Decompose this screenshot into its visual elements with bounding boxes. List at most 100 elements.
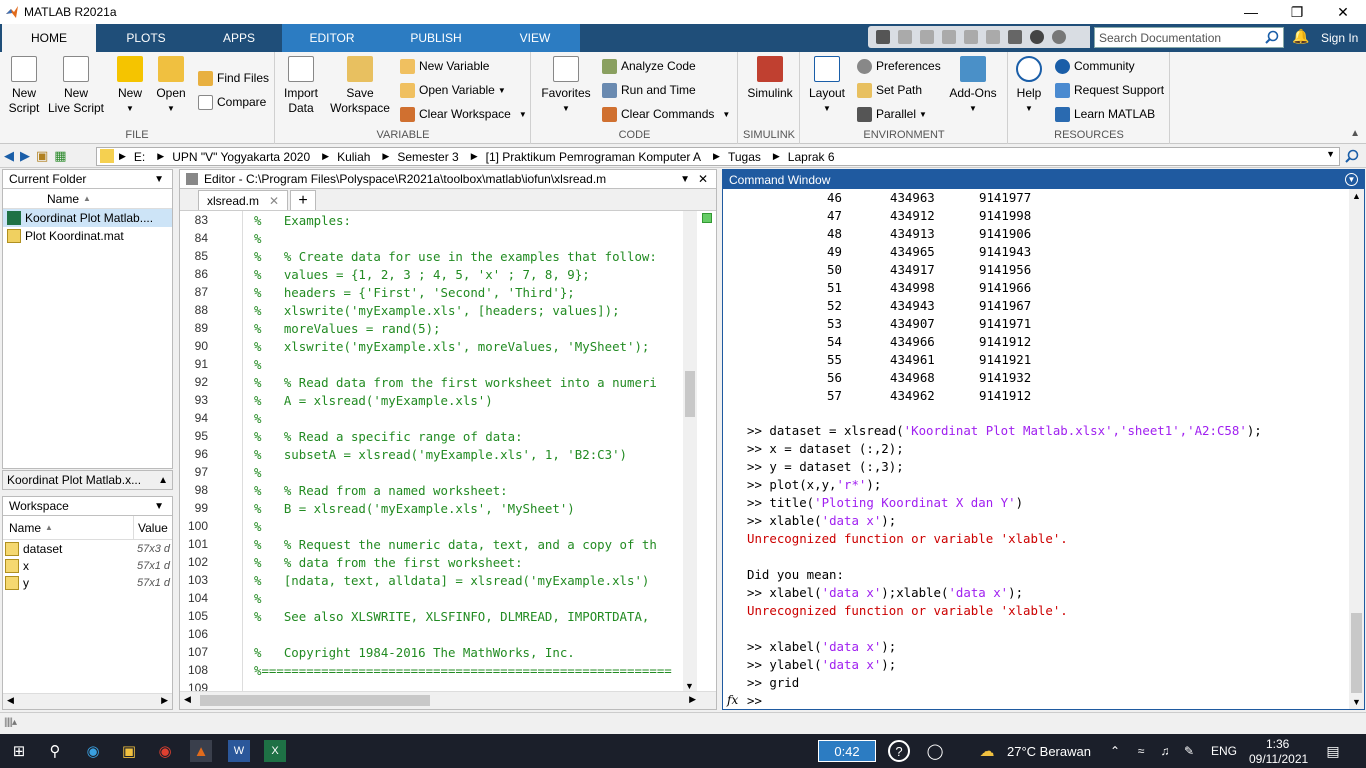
code-line[interactable]: 107 % Copyright 1984-2016 The MathWorks, … <box>180 643 700 661</box>
restore-icon[interactable]: ❐ <box>1274 0 1320 24</box>
code-line[interactable]: 85 % % Create data for use in the example… <box>180 247 700 265</box>
code-line[interactable]: 106 <box>180 625 700 643</box>
panel-menu-icon[interactable]: ▼ <box>154 174 164 185</box>
code-line[interactable]: 100% <box>180 517 700 535</box>
back-arrow-icon[interactable]: ◀ <box>4 148 14 164</box>
notifications-icon[interactable]: ▤ <box>1322 740 1344 762</box>
learn-matlab-button[interactable]: Learn MATLAB <box>1055 105 1155 123</box>
vertical-scrollbar[interactable]: ▼ <box>683 211 697 691</box>
chrome-icon[interactable]: ◉ <box>154 740 176 762</box>
code-line[interactable]: 93 % A = xlsread('myExample.xls') <box>180 391 700 409</box>
help-icon[interactable] <box>1030 30 1044 44</box>
up-folder-icon[interactable]: ▣ <box>36 148 48 164</box>
command-output[interactable]: 46 434963 9141977 47 434912 9141998 48 434913 91… <box>723 189 1348 709</box>
parallel-button[interactable]: Parallel ▼ <box>857 105 927 123</box>
code-line[interactable]: 90 % xlswrite('myExample.xls', moreValues… <box>180 337 700 355</box>
open-variable-button[interactable]: Open Variable ▼ <box>400 81 506 99</box>
search-icon[interactable]: ⚲ <box>44 740 66 762</box>
search-folder-icon[interactable] <box>1345 149 1359 163</box>
switch-windows-icon[interactable] <box>1008 30 1022 44</box>
tab-publish[interactable]: PUBLISH <box>382 24 490 52</box>
clock-time[interactable]: 1:36 <box>1266 737 1289 751</box>
code-line[interactable]: 86 % values = {1, 2, 3 ; 4, 5, 'x' ; 7, 8… <box>180 265 700 283</box>
simulink-button[interactable]: Simulink <box>744 56 796 101</box>
workspace-variable-row[interactable]: y 57x1 d <box>3 574 172 591</box>
set-path-button[interactable]: Set Path <box>857 81 922 99</box>
scroll-right-icon[interactable]: ▶ <box>161 695 168 706</box>
collapse-ribbon-icon[interactable]: ▲ <box>1350 128 1360 139</box>
code-analyzer-status-icon[interactable] <box>702 213 712 223</box>
file-row[interactable]: Plot Koordinat.mat <box>3 227 172 245</box>
command-suggestion[interactable]: >> xlabel('data x');xlable('data x'); <box>747 585 1023 603</box>
scroll-left-icon[interactable]: ◀ <box>7 695 14 706</box>
browse-folder-icon[interactable]: ▦ <box>54 148 66 164</box>
breadcrumb-item[interactable]: E: <box>134 150 145 164</box>
code-line[interactable]: 97% <box>180 463 700 481</box>
scrollbar-thumb[interactable] <box>685 371 695 417</box>
code-line[interactable]: 104% <box>180 589 700 607</box>
sign-in-link[interactable]: Sign In <box>1321 31 1358 45</box>
value-column-label[interactable]: Value <box>138 521 168 535</box>
people-icon[interactable]: ◯ <box>924 740 946 762</box>
editor-file-tab[interactable]: xlsread.m ✕ <box>198 190 289 210</box>
command-prompt[interactable]: >> <box>747 693 762 709</box>
name-column-label[interactable]: Name <box>3 521 41 535</box>
vertical-scrollbar[interactable]: ▲ ▼ <box>1349 189 1364 709</box>
weather-text[interactable]: 27°C Berawan <box>1007 744 1091 759</box>
paste-icon[interactable] <box>942 30 956 44</box>
scroll-left-icon[interactable]: ◀ <box>184 694 191 705</box>
panel-menu-icon[interactable]: ▼ <box>680 174 690 185</box>
bell-icon[interactable]: 🔔 <box>1292 28 1309 45</box>
favorites-button[interactable]: Favorites ▼ <box>540 56 592 116</box>
breadcrumb-item[interactable]: Laprak 6 <box>788 150 835 164</box>
scroll-down-icon[interactable]: ▼ <box>1352 697 1361 707</box>
help-icon[interactable]: ? <box>888 740 910 762</box>
scroll-down-icon[interactable]: ▼ <box>685 681 694 691</box>
customize-icon[interactable] <box>1052 30 1066 44</box>
new-script-button[interactable]: New Script <box>6 56 42 116</box>
chevron-up-icon[interactable]: ▲ <box>158 475 168 486</box>
code-line[interactable]: 102 % % data from the first worksheet: <box>180 553 700 571</box>
code-line[interactable]: 89 % moreValues = rand(5); <box>180 319 700 337</box>
community-button[interactable]: Community <box>1055 57 1135 75</box>
tab-home[interactable]: HOME <box>2 24 96 52</box>
clock-date[interactable]: 09/11/2021 <box>1249 752 1308 766</box>
name-column-header[interactable]: Name ▲ <box>3 189 172 209</box>
workspace-variable-row[interactable]: x 57x1 d <box>3 557 172 574</box>
chevron-down-icon[interactable]: ▼ <box>1326 149 1335 159</box>
code-line[interactable]: 99 % B = xlsread('myExample.xls', 'MyShee… <box>180 499 700 517</box>
panel-menu-icon[interactable]: ▼ <box>154 501 164 512</box>
file-row[interactable]: Koordinat Plot Matlab.... <box>3 209 172 227</box>
close-tab-icon[interactable]: ✕ <box>269 194 279 208</box>
code-line[interactable]: 105 % See also XLSWRITE, XLSFINFO, DLMREA… <box>180 607 700 625</box>
code-line[interactable]: 87 % headers = {'First', 'Second', 'Third… <box>180 283 700 301</box>
minimize-icon[interactable]: — <box>1228 0 1274 24</box>
close-icon[interactable]: ✕ <box>1320 0 1366 24</box>
language-indicator[interactable]: ENG <box>1211 744 1237 758</box>
function-browser-icon[interactable]: fx <box>727 693 738 707</box>
volume-icon[interactable]: ♫ <box>1154 740 1176 762</box>
breadcrumb-item[interactable]: [1] Praktikum Pemrograman Komputer A <box>486 150 701 164</box>
scrollbar-thumb[interactable] <box>1351 613 1362 693</box>
code-line[interactable]: 83 % Examples: <box>180 211 700 229</box>
code-line[interactable]: 95 % % Read a specific range of data: <box>180 427 700 445</box>
tab-plots[interactable]: PLOTS <box>96 24 196 52</box>
search-icon[interactable] <box>1265 30 1279 44</box>
import-data-button[interactable]: Import Data <box>280 56 322 116</box>
redo-icon[interactable] <box>986 30 1000 44</box>
close-icon[interactable]: ✕ <box>698 172 708 186</box>
file-explorer-icon[interactable]: ▣ <box>118 740 140 762</box>
new-live-script-button[interactable]: New Live Script <box>48 56 104 116</box>
code-line[interactable]: 101 % % Request the numeric data, text, a… <box>180 535 700 553</box>
breadcrumb-item[interactable]: Semester 3 <box>397 150 458 164</box>
tab-apps[interactable]: APPS <box>196 24 282 52</box>
breadcrumb-item[interactable]: Tugas <box>728 150 761 164</box>
save-workspace-button[interactable]: Save Workspace <box>328 56 392 116</box>
edge-browser-icon[interactable]: ◉ <box>82 740 104 762</box>
weather-cloud-icon[interactable]: ☁ <box>976 740 998 762</box>
word-icon[interactable]: W <box>228 740 250 762</box>
code-line[interactable]: 103 % [ndata, text, alldata] = xlsread('m… <box>180 571 700 589</box>
code-line[interactable]: 108 %====================================… <box>180 661 700 679</box>
add-ons-button[interactable]: Add-Ons ▼ <box>947 56 999 116</box>
code-line[interactable]: 88 % xlswrite('myExample.xls', [headers; … <box>180 301 700 319</box>
